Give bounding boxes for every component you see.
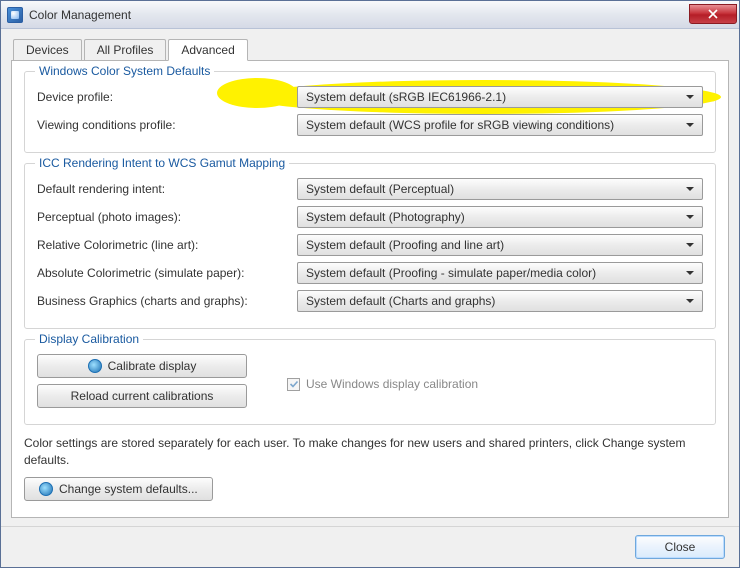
- row-relative-colorimetric: Relative Colorimetric (line art): System…: [37, 234, 703, 256]
- group-wcs-defaults: Windows Color System Defaults Device pro…: [24, 71, 716, 153]
- tab-strip: Devices All Profiles Advanced: [11, 39, 729, 61]
- dropdown-value: System default (Photography): [306, 210, 465, 224]
- label-business-graphics: Business Graphics (charts and graphs):: [37, 294, 297, 308]
- change-system-defaults-button[interactable]: Change system defaults...: [24, 477, 213, 501]
- label-perceptual: Perceptual (photo images):: [37, 210, 297, 224]
- label-absolute-colorimetric: Absolute Colorimetric (simulate paper):: [37, 266, 297, 280]
- window-title: Color Management: [29, 8, 689, 22]
- dropdown-relative-colorimetric[interactable]: System default (Proofing and line art): [297, 234, 703, 256]
- tab-panel-advanced: Windows Color System Defaults Device pro…: [11, 60, 729, 518]
- tab-advanced[interactable]: Advanced: [168, 39, 247, 61]
- shield-icon: [88, 359, 102, 373]
- tab-devices[interactable]: Devices: [13, 39, 82, 61]
- dropdown-value: System default (sRGB IEC61966-2.1): [306, 90, 506, 104]
- titlebar: Color Management: [1, 1, 739, 29]
- dropdown-device-profile[interactable]: System default (sRGB IEC61966-2.1): [297, 86, 703, 108]
- client-area: Devices All Profiles Advanced Windows Co…: [1, 29, 739, 526]
- use-windows-calibration-check: Use Windows display calibration: [287, 377, 478, 391]
- button-label: Change system defaults...: [59, 482, 198, 496]
- dropdown-value: System default (Charts and graphs): [306, 294, 495, 308]
- row-default-intent: Default rendering intent: System default…: [37, 178, 703, 200]
- close-icon: [708, 9, 718, 19]
- close-button[interactable]: Close: [635, 535, 725, 559]
- row-business-graphics: Business Graphics (charts and graphs): S…: [37, 290, 703, 312]
- dropdown-value: System default (WCS profile for sRGB vie…: [306, 118, 614, 132]
- button-label: Calibrate display: [108, 359, 197, 373]
- dropdown-absolute-colorimetric[interactable]: System default (Proofing - simulate pape…: [297, 262, 703, 284]
- group-title-wcs: Windows Color System Defaults: [35, 64, 214, 78]
- reload-calibrations-button[interactable]: Reload current calibrations: [37, 384, 247, 408]
- calibration-row: Calibrate display Reload current calibra…: [37, 354, 703, 414]
- dropdown-business-graphics[interactable]: System default (Charts and graphs): [297, 290, 703, 312]
- tab-all-profiles[interactable]: All Profiles: [84, 39, 167, 61]
- shield-icon: [39, 482, 53, 496]
- dropdown-value: System default (Proofing and line art): [306, 238, 504, 252]
- dialog-footer: Close: [1, 526, 739, 567]
- group-display-calibration: Display Calibration Calibrate display Re…: [24, 339, 716, 425]
- row-viewing-conditions: Viewing conditions profile: System defau…: [37, 114, 703, 136]
- row-perceptual: Perceptual (photo images): System defaul…: [37, 206, 703, 228]
- label-default-intent: Default rendering intent:: [37, 182, 297, 196]
- calibrate-display-button[interactable]: Calibrate display: [37, 354, 247, 378]
- dropdown-viewing-conditions[interactable]: System default (WCS profile for sRGB vie…: [297, 114, 703, 136]
- button-label: Close: [665, 540, 696, 554]
- label-viewing-conditions: Viewing conditions profile:: [37, 118, 297, 132]
- dropdown-perceptual[interactable]: System default (Photography): [297, 206, 703, 228]
- dropdown-value: System default (Perceptual): [306, 182, 454, 196]
- dropdown-value: System default (Proofing - simulate pape…: [306, 266, 596, 280]
- dropdown-default-intent[interactable]: System default (Perceptual): [297, 178, 703, 200]
- checkbox-icon: [287, 378, 300, 391]
- highlighted-field: System default (sRGB IEC61966-2.1): [297, 86, 703, 108]
- color-management-window: Color Management Devices All Profiles Ad…: [0, 0, 740, 568]
- window-close-button[interactable]: [689, 4, 737, 24]
- label-relative-colorimetric: Relative Colorimetric (line art):: [37, 238, 297, 252]
- button-label: Reload current calibrations: [71, 389, 214, 403]
- group-title-calibration: Display Calibration: [35, 332, 143, 346]
- checkbox-label: Use Windows display calibration: [306, 377, 478, 391]
- app-icon: [7, 7, 23, 23]
- row-absolute-colorimetric: Absolute Colorimetric (simulate paper): …: [37, 262, 703, 284]
- settings-note: Color settings are stored separately for…: [24, 435, 716, 469]
- row-device-profile: Device profile: System default (sRGB IEC…: [37, 86, 703, 108]
- group-icc-mapping: ICC Rendering Intent to WCS Gamut Mappin…: [24, 163, 716, 329]
- group-title-icc: ICC Rendering Intent to WCS Gamut Mappin…: [35, 156, 289, 170]
